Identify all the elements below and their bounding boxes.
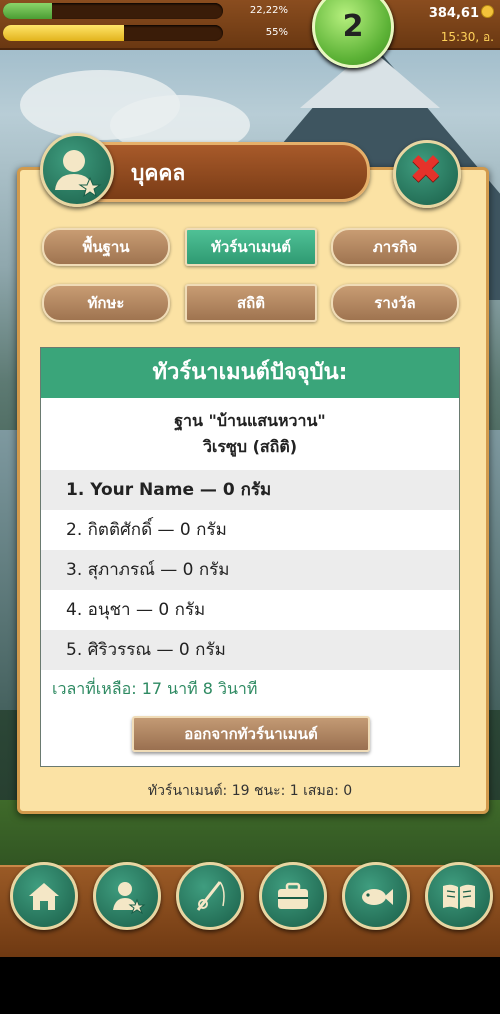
leave-tournament-button[interactable]: ออกจากทัวร์นาเมนต์ [132, 716, 370, 752]
energy-bar [3, 25, 223, 41]
venue-location: วิเรซูบ (สถิติ) [202, 437, 298, 456]
nav-fish-button[interactable] [342, 862, 410, 930]
xp-bar [3, 3, 223, 19]
tournament-venue: ฐาน "บ้านแสนหวาน" วิเรซูบ (สถิติ) [41, 408, 459, 460]
profile-icon [113, 882, 146, 915]
tournament-stats: ทัวร์นาเมนต์: 19 ชนะ: 1 เสมอ: 0 [147, 783, 353, 799]
fish-icon [362, 889, 393, 905]
home-icon [29, 883, 59, 910]
energy-percent: 55% [265, 27, 288, 38]
tournament-header: ทัวร์นาเมนต์ปัจจุบัน: [41, 348, 459, 398]
leaderboard-row: 2. กิตติศักดิ์ — 0 กรัม [66, 520, 227, 540]
leaderboard-row: 3. สุภาภรณ์ — 0 กรัม [41, 550, 459, 590]
nav-profile-button[interactable] [93, 862, 161, 930]
tab-stats[interactable]: สถิติ [185, 284, 317, 322]
close-icon: ✖ [409, 147, 443, 193]
fishing-rod-icon [196, 881, 225, 911]
profile-avatar-icon [40, 133, 114, 207]
leaderboard-row: 5. ศิริวรรณ — 0 กรัม [41, 630, 459, 670]
tab-basic[interactable]: พื้นฐาน [42, 228, 170, 266]
xp-percent: 22,22% [249, 5, 288, 16]
tab-tournament[interactable]: ทัวร์นาเมนต์ [185, 228, 317, 266]
tab-rewards[interactable]: รางวัล [331, 284, 459, 322]
leaderboard-row: 4. อนุชา — 0 กรัม [66, 600, 206, 620]
tab-quests[interactable]: ภารกิจ [331, 228, 459, 266]
nav-inventory-button[interactable] [259, 862, 327, 930]
nav-home-button[interactable] [10, 862, 78, 930]
briefcase-icon [278, 882, 308, 909]
coin-icon [481, 5, 494, 18]
book-icon [443, 884, 475, 909]
venue-name: ฐาน "บ้านแสนหวาน" [174, 411, 326, 430]
money-value: 384,61 [428, 6, 479, 21]
leaderboard-row: 1. Your Name — 0 กรัม [41, 470, 459, 510]
money-display: 384,61 [429, 5, 494, 21]
tournament-card: ทัวร์นาเมนต์ปัจจุบัน: ฐาน "บ้านแสนหวาน" … [40, 347, 460, 767]
tab-skills[interactable]: ทักษะ [42, 284, 170, 322]
top-hud: 22,22% 55% 384,61 15:30, อ. [0, 0, 500, 50]
time-left: เวลาที่เหลือ: 17 นาที 8 วินาที [52, 679, 258, 698]
leaderboard: 1. Your Name — 0 กรัม 2. กิตติศักดิ์ — 0… [41, 470, 459, 670]
close-button[interactable]: ✖ [393, 140, 461, 208]
nav-journal-button[interactable] [425, 862, 493, 930]
dialog-title: บุคคล [131, 161, 186, 185]
nav-fishing-button[interactable] [176, 862, 244, 930]
bottom-nav [0, 865, 500, 957]
clock: 15:30, อ. [440, 30, 494, 44]
